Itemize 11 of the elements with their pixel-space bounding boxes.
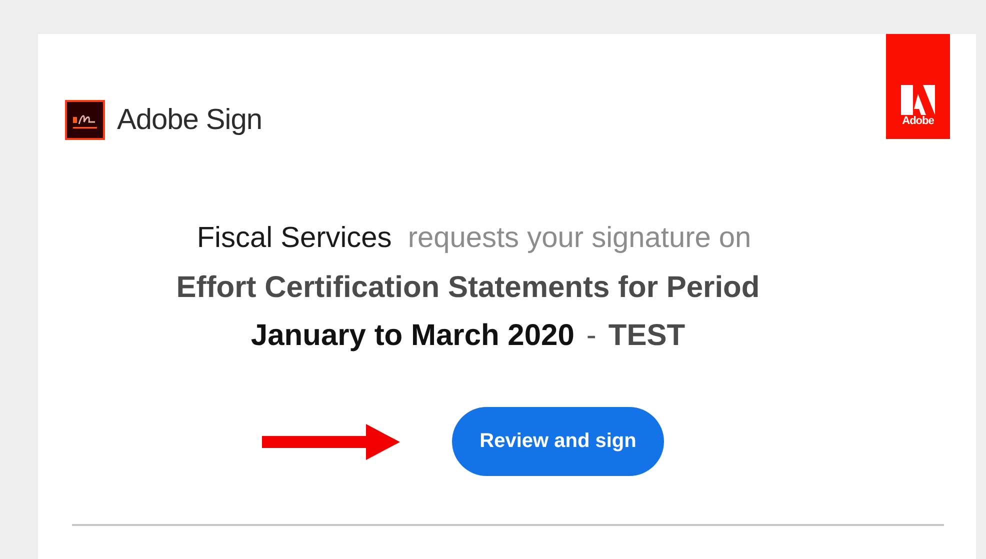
review-and-sign-button[interactable]: Review and sign bbox=[452, 407, 664, 476]
sign-logo-icon bbox=[65, 100, 105, 140]
app-name: Adobe Sign bbox=[117, 104, 262, 136]
request-text: requests your signature on bbox=[408, 222, 752, 255]
arrow-icon bbox=[262, 424, 400, 460]
separator: - bbox=[586, 319, 596, 353]
document-title: Effort Certification Statements for Period bbox=[176, 271, 760, 305]
sender-name: Fiscal Services bbox=[196, 222, 392, 255]
document-period: January to March 2020 bbox=[250, 319, 574, 353]
document-tag: TEST bbox=[608, 319, 686, 353]
adobe-logo: Adobe bbox=[886, 34, 950, 139]
